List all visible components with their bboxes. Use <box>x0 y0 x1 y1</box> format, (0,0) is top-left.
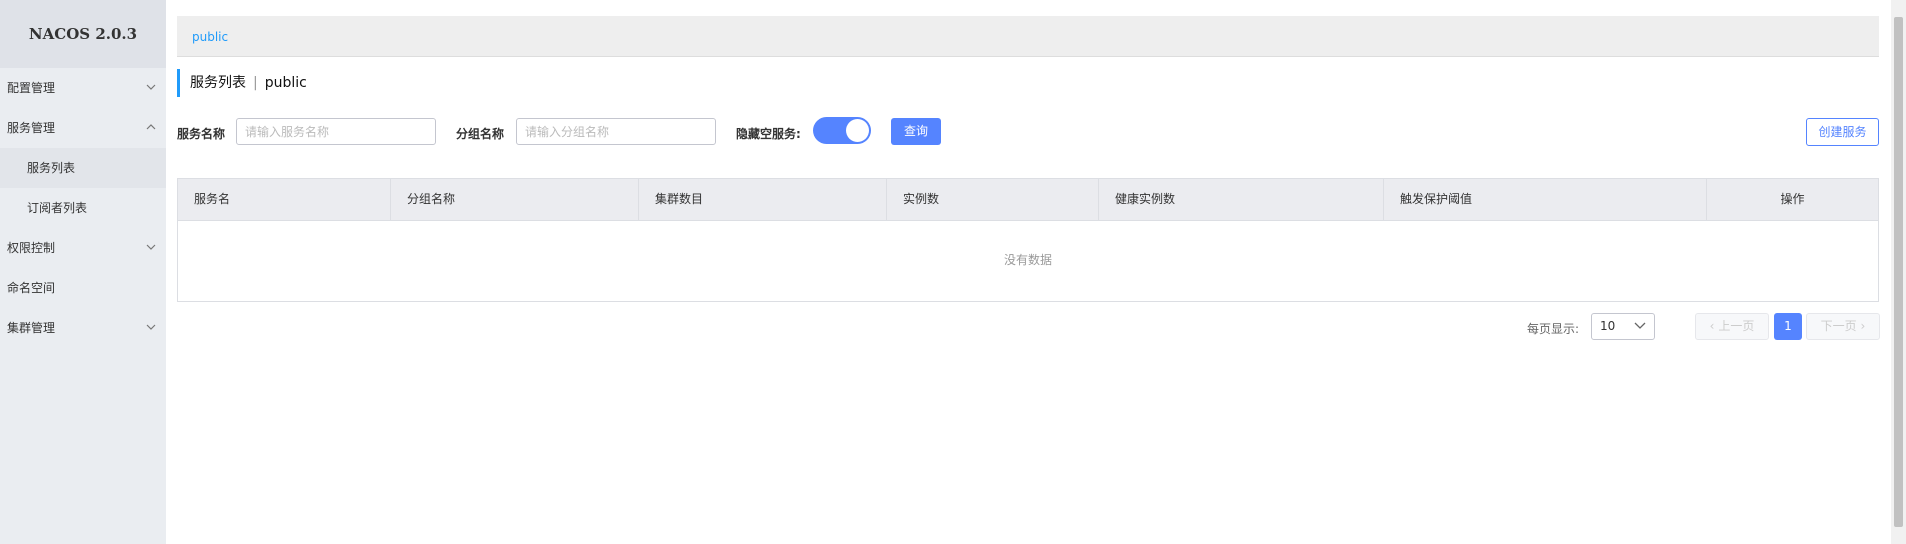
group-name-label: 分组名称 <box>456 127 505 141</box>
page-size-label: 每页显示: <box>1527 322 1580 336</box>
title-separator: | <box>253 75 258 91</box>
chevron-down-icon <box>146 228 156 268</box>
sidebar-item-subscriber-list[interactable]: 订阅者列表 <box>0 188 166 228</box>
page-size-value: 10 <box>1600 319 1616 333</box>
next-page-label: 下一页 <box>1820 319 1857 333</box>
column-header-group-name: 分组名称 <box>391 179 639 220</box>
prev-page-button[interactable]: ‹ 上一页 <box>1695 313 1769 340</box>
page-title-text: 服务列表 <box>190 75 246 91</box>
scrollbar-thumb[interactable] <box>1894 17 1903 527</box>
chevron-right-icon: › <box>1860 319 1866 333</box>
sidebar-item-service-list[interactable]: 服务列表 <box>0 148 166 188</box>
column-header-instance-count: 实例数 <box>887 179 1099 220</box>
hide-empty-label: 隐藏空服务: <box>736 127 801 141</box>
sidebar-item-label: 订阅者列表 <box>27 201 88 215</box>
page-title-namespace: public <box>264 75 307 91</box>
column-header-service-name: 服务名 <box>178 179 391 220</box>
column-header-cluster-count: 集群数目 <box>639 179 887 220</box>
next-page-button[interactable]: 下一页 › <box>1806 313 1880 340</box>
sidebar-item-label: 服务管理 <box>7 121 56 135</box>
column-header-actions: 操作 <box>1780 192 1805 206</box>
page-title: 服务列表 | public <box>177 69 307 97</box>
chevron-up-icon <box>146 108 156 148</box>
column-header-protect-threshold: 触发保护阈值 <box>1384 179 1707 220</box>
create-service-button[interactable]: 创建服务 <box>1806 118 1879 146</box>
service-name-input[interactable] <box>236 118 436 145</box>
app-logo-title: NACOS 2.0.3 <box>0 0 166 68</box>
table-header: 服务名 分组名称 集群数目 实例数 健康实例数 触发保护阈值 操作 <box>178 179 1878 221</box>
chevron-down-icon <box>146 68 156 108</box>
sidebar-item-label: 配置管理 <box>7 81 56 95</box>
sidebar-item-label: 命名空间 <box>7 281 56 295</box>
sidebar-item-cluster-management[interactable]: 集群管理 <box>0 308 166 348</box>
namespace-bar: public <box>177 16 1879 57</box>
toggle-knob <box>846 119 869 142</box>
sidebar-item-config-management[interactable]: 配置管理 <box>0 68 166 108</box>
sidebar-item-service-management[interactable]: 服务管理 <box>0 108 166 148</box>
page-size-select[interactable]: 10 <box>1591 313 1655 340</box>
chevron-left-icon: ‹ <box>1709 319 1715 333</box>
sidebar: NACOS 2.0.3 配置管理 服务管理 服务列表 订阅者列表 权限控制 命名… <box>0 0 166 544</box>
group-name-input[interactable] <box>516 118 716 145</box>
sidebar-item-label: 权限控制 <box>7 241 56 255</box>
chevron-down-icon <box>146 308 156 348</box>
sidebar-item-namespace[interactable]: 命名空间 <box>0 268 166 308</box>
service-table: 服务名 分组名称 集群数目 实例数 健康实例数 触发保护阈值 操作 没有数据 <box>177 178 1879 302</box>
namespace-tab-public[interactable]: public <box>192 30 228 44</box>
service-name-label: 服务名称 <box>177 127 226 141</box>
column-header-healthy-instance-count: 健康实例数 <box>1099 179 1384 220</box>
page-number-current[interactable]: 1 <box>1774 313 1802 340</box>
prev-page-label: 上一页 <box>1718 319 1755 333</box>
sidebar-item-access-control[interactable]: 权限控制 <box>0 228 166 268</box>
table-empty-text: 没有数据 <box>1003 253 1052 267</box>
sidebar-item-label: 服务列表 <box>27 161 76 175</box>
vertical-scrollbar[interactable] <box>1891 0 1906 544</box>
query-button[interactable]: 查询 <box>891 118 941 145</box>
chevron-down-icon <box>1634 314 1646 339</box>
sidebar-item-label: 集群管理 <box>7 321 56 335</box>
hide-empty-toggle[interactable] <box>813 117 871 144</box>
